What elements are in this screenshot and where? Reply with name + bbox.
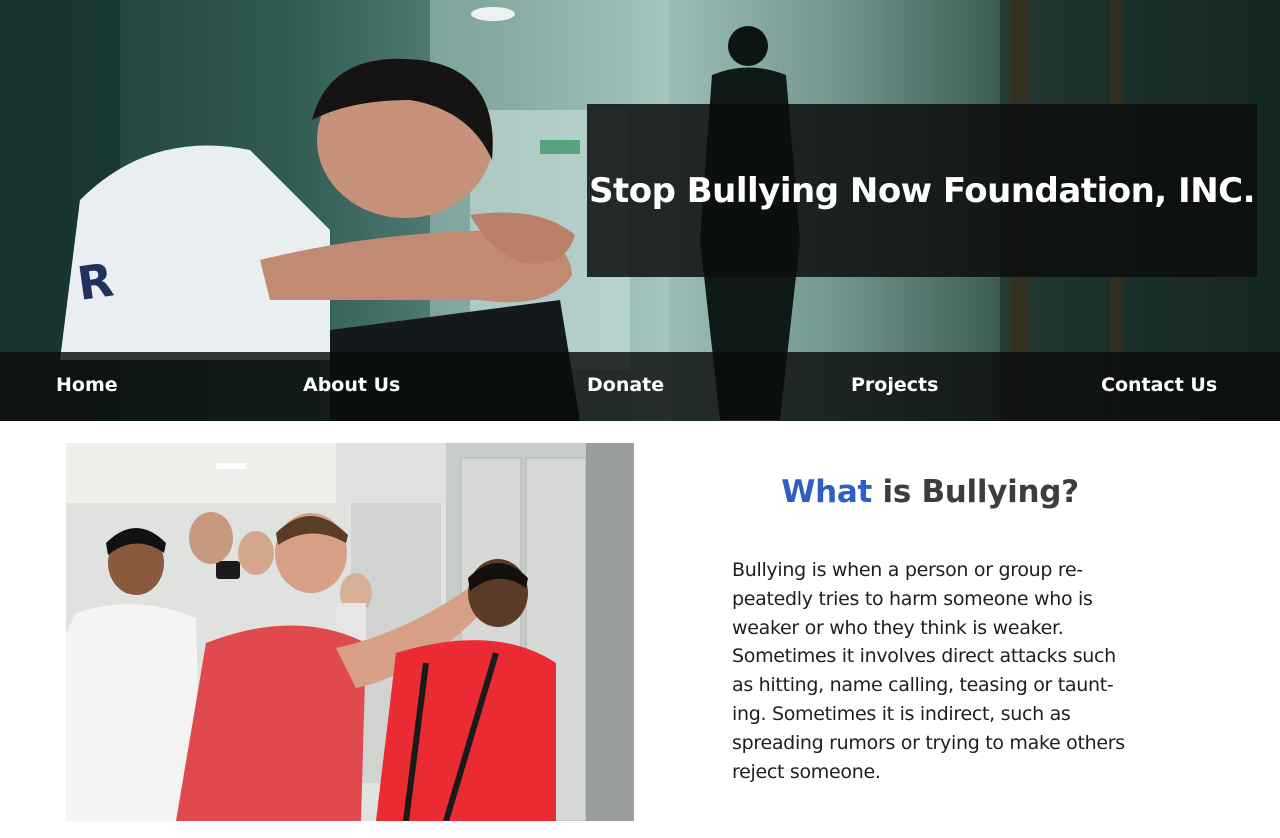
body-line: Bullying is when a person or group re- [732, 559, 1083, 581]
nav-home[interactable]: Home [56, 352, 118, 421]
nav-about-us[interactable]: About Us [303, 352, 400, 421]
nav-contact-us[interactable]: Contact Us [1101, 352, 1217, 421]
body-line: Sometimes it involves direct attacks suc… [732, 645, 1116, 668]
bullying-photo [66, 443, 634, 821]
main-nav: Home About Us Donate Projects Contact Us [0, 352, 1280, 421]
site-title: Stop Bullying Now Foundation, INC. [588, 170, 1256, 211]
body-line: peatedly tries to harm someone who is [732, 587, 1093, 610]
nav-donate[interactable]: Donate [587, 352, 664, 421]
body-line: as hitting, name calling, teasing or tau… [732, 674, 1114, 697]
nav-projects[interactable]: Projects [851, 352, 938, 421]
body-line: reject someone. [732, 760, 881, 783]
body-line: spreading rumors or trying to make other… [732, 731, 1125, 754]
bullying-photo-illustration [66, 443, 634, 821]
svg-text:R: R [74, 252, 117, 310]
section-heading: What is Bullying? [700, 474, 1160, 510]
body-line: ing. Sometimes it is indirect, such as [732, 702, 1071, 725]
section-body-text: Bullying is when a person or group re- p… [732, 556, 1182, 786]
body-line: weaker or who they think is weaker. [732, 616, 1064, 639]
heading-rest: is Bullying? [872, 474, 1079, 510]
heading-accent-word: What [781, 474, 872, 510]
hero-banner: R Stop Bullying Now Foundation, INC. Hom… [0, 0, 1280, 421]
title-overlay: Stop Bullying Now Foundation, INC. [587, 104, 1257, 277]
